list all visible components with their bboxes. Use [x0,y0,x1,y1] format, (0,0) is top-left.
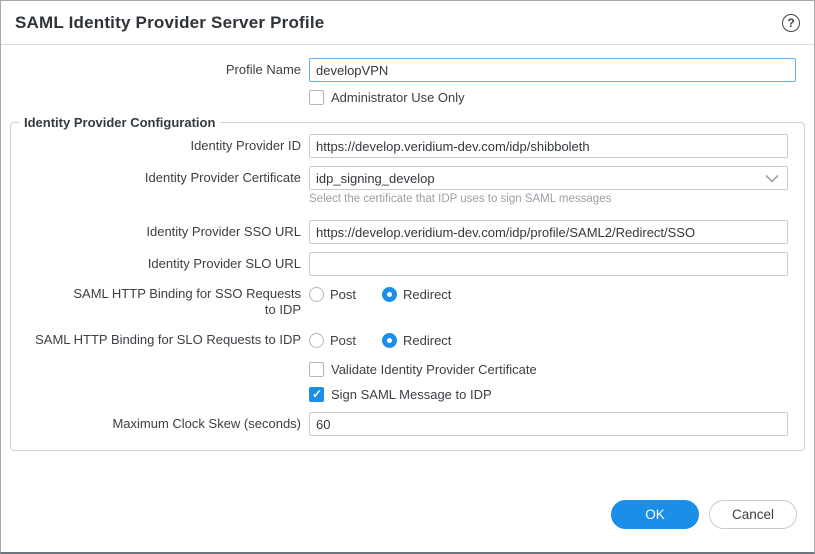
clock-skew-label: Maximum Clock Skew (seconds) [11,416,301,432]
help-glyph: ? [787,16,794,30]
sso-binding-redirect-radio[interactable] [382,287,397,302]
ok-button[interactable]: OK [611,500,699,529]
cancel-button[interactable]: Cancel [709,500,797,529]
admin-use-only-row: Administrator Use Only [309,90,814,105]
idp-certificate-select[interactable]: idp_signing_develop [309,166,788,190]
dialog-footer: OK Cancel [1,500,814,552]
sso-url-label: Identity Provider SSO URL [11,224,301,240]
slo-url-label: Identity Provider SLO URL [11,256,301,272]
sso-binding-post-radio[interactable] [309,287,324,302]
slo-binding-label: SAML HTTP Binding for SLO Requests to ID… [11,332,301,348]
admin-use-only-label[interactable]: Administrator Use Only [331,90,465,105]
slo-binding-row: SAML HTTP Binding for SLO Requests to ID… [11,332,788,348]
validate-cert-row: Validate Identity Provider Certificate [309,362,788,377]
idp-certificate-row: Identity Provider Certificate idp_signin… [11,166,788,190]
sso-binding-radios: Post Redirect [309,286,451,302]
dialog-titlebar: SAML Identity Provider Server Profile ? [1,1,814,45]
slo-binding-post-radio[interactable] [309,333,324,348]
slo-binding-post-label[interactable]: Post [330,333,356,348]
sso-url-row: Identity Provider SSO URL [11,220,788,244]
slo-binding-redirect-label[interactable]: Redirect [403,333,451,348]
profile-name-label: Profile Name [1,62,301,78]
sso-binding-redirect-label[interactable]: Redirect [403,287,451,302]
sso-binding-post-label[interactable]: Post [330,287,356,302]
saml-idp-server-profile-dialog: SAML Identity Provider Server Profile ? … [0,0,815,554]
profile-name-row: Profile Name [1,58,814,82]
dialog-title: SAML Identity Provider Server Profile [15,13,324,33]
sso-binding-label: SAML HTTP Binding for SSO Requests to ID… [11,286,301,318]
slo-binding-redirect-radio[interactable] [382,333,397,348]
profile-name-input[interactable] [309,58,796,82]
clock-skew-row: Maximum Clock Skew (seconds) [11,412,788,436]
chevron-down-icon [765,174,779,183]
slo-url-input[interactable] [309,252,788,276]
sso-binding-row: SAML HTTP Binding for SSO Requests to ID… [11,286,788,318]
sign-saml-row: Sign SAML Message to IDP [309,387,788,402]
idp-configuration-legend: Identity Provider Configuration [19,115,220,130]
slo-url-row: Identity Provider SLO URL [11,252,788,276]
sign-saml-checkbox[interactable] [309,387,324,402]
idp-certificate-label: Identity Provider Certificate [11,170,301,186]
clock-skew-input[interactable] [309,412,788,436]
idp-id-row: Identity Provider ID [11,134,788,158]
sign-saml-label[interactable]: Sign SAML Message to IDP [331,387,492,402]
sso-url-input[interactable] [309,220,788,244]
idp-id-input[interactable] [309,134,788,158]
slo-binding-radios: Post Redirect [309,332,451,348]
idp-certificate-value: idp_signing_develop [316,171,765,186]
validate-cert-checkbox[interactable] [309,362,324,377]
idp-certificate-help: Select the certificate that IDP uses to … [309,193,788,205]
dialog-body: Profile Name Administrator Use Only Iden… [1,45,814,552]
admin-use-only-checkbox[interactable] [309,90,324,105]
help-icon[interactable]: ? [782,14,800,32]
validate-cert-label[interactable]: Validate Identity Provider Certificate [331,362,537,377]
idp-configuration-group: Identity Provider Configuration Identity… [10,115,805,451]
idp-id-label: Identity Provider ID [11,138,301,154]
